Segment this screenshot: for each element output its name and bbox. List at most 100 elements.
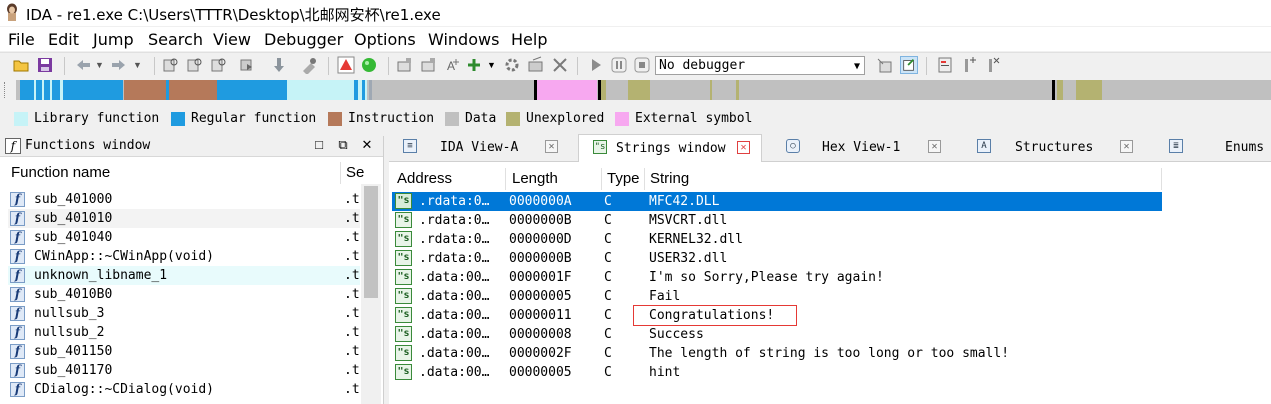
add-breakpoint-icon[interactable] (960, 56, 978, 74)
string-row[interactable]: "s .rdata:0… 0000000B C MSVCRT.dll (392, 211, 1162, 230)
function-row[interactable]: f nullsub_3 .t (8, 304, 360, 323)
play-icon[interactable] (587, 56, 605, 74)
menu-file[interactable]: File (8, 30, 35, 49)
restore-icon[interactable]: □ (312, 137, 326, 152)
close-tab-icon[interactable]: ✕ (1120, 140, 1133, 153)
tab-label: Structures (1015, 140, 1094, 155)
function-row[interactable]: f CDialog::~CDialog(void) .t (8, 380, 360, 399)
menu-debugger[interactable]: Debugger (264, 30, 343, 49)
close-icon[interactable]: ✕ (360, 137, 374, 153)
function-row[interactable]: f sub_4010B0 .t (8, 285, 360, 304)
string-icon: "s (395, 307, 412, 323)
immediate-search-icon[interactable] (210, 56, 228, 74)
function-icon: f (10, 192, 25, 207)
function-row[interactable]: f unknown_libname_1 .t (8, 266, 360, 285)
function-icon: f (10, 287, 25, 302)
string-row[interactable]: "s .data:00… 0000002F C The length of st… (392, 344, 1162, 363)
undefine-icon[interactable] (551, 56, 569, 74)
delete-breakpoint-icon[interactable] (984, 56, 1002, 74)
menu-windows[interactable]: Windows (428, 30, 499, 49)
make-code-icon[interactable] (396, 56, 414, 74)
function-row[interactable]: f sub_401010 .t (8, 209, 360, 228)
function-row[interactable]: f nullsub_2 .t (8, 323, 360, 342)
tab-strings-window[interactable]: "s Strings window ✕ (578, 134, 762, 162)
string-row[interactable]: "s .rdata:0… 0000000A C MFC42.DLL (392, 192, 1162, 211)
breakpoint-list-icon[interactable] (936, 56, 954, 74)
function-name: sub_401010 (34, 211, 113, 226)
string-row[interactable]: "s .rdata:0… 0000000D C KERNEL32.dll (392, 230, 1162, 249)
pause-icon[interactable] (610, 56, 628, 74)
stop-icon[interactable] (633, 56, 651, 74)
function-row[interactable]: f sub_401040 .t (8, 228, 360, 247)
create-function-icon[interactable] (465, 56, 483, 74)
make-data-icon[interactable] (420, 56, 438, 74)
tab-ida-view-a[interactable]: ≡ IDA View-A ✕ (389, 134, 574, 160)
hex-view-icon: ○ (786, 139, 800, 153)
back-arrow-icon[interactable] (74, 56, 92, 74)
string-row[interactable]: "s .data:00… 0000001F C I'm so Sorry,Ple… (392, 268, 1162, 287)
tab-label: Hex View-1 (822, 140, 901, 155)
debugger-select-value: No debugger (659, 58, 746, 73)
string-row[interactable]: "s .data:00… 00000005 C hint (392, 363, 1162, 382)
tab-hex-view-1[interactable]: ○ Hex View-1 ✕ (774, 134, 949, 160)
debugger-select[interactable]: No debugger ▼ (655, 56, 865, 75)
tab-enums[interactable]: ≣ Enums (1157, 134, 1271, 160)
navigation-band-grip[interactable] (4, 82, 11, 98)
column-header-function-name[interactable]: Function name (11, 164, 110, 181)
string-length: 0000000A (509, 194, 572, 209)
tab-structures[interactable]: A Structures ✕ (963, 134, 1143, 160)
forward-arrow-icon[interactable] (110, 56, 128, 74)
column-header-string[interactable]: String (650, 170, 689, 187)
menu-edit[interactable]: Edit (48, 30, 79, 49)
jump-down-icon[interactable] (270, 56, 288, 74)
column-header-address[interactable]: Address (397, 170, 452, 187)
string-row[interactable]: "s .data:00… 00000008 C Success (392, 325, 1162, 344)
menu-options[interactable]: Options (354, 30, 416, 49)
function-name: sub_401040 (34, 230, 113, 245)
string-value: MFC42.DLL (649, 194, 720, 209)
function-segment: .t (344, 325, 360, 340)
string-length: 0000001F (509, 270, 572, 285)
text-search-icon[interactable] (186, 56, 204, 74)
function-row[interactable]: f sub_401000 .t (8, 190, 360, 209)
forward-dropdown-icon[interactable]: ▼ (133, 60, 151, 78)
menu-jump[interactable]: Jump (93, 30, 134, 49)
function-icon: f (10, 268, 25, 283)
mark-position-icon[interactable] (300, 56, 318, 74)
function-row[interactable]: f sub_401170 .t (8, 361, 360, 380)
search-next-icon[interactable] (238, 56, 256, 74)
float-window-icon[interactable]: ⧉ (336, 137, 350, 153)
save-icon[interactable] (36, 56, 54, 74)
attach-process-icon[interactable] (876, 56, 894, 74)
menu-search[interactable]: Search (148, 30, 203, 49)
process-options-icon[interactable] (900, 56, 918, 74)
close-tab-icon[interactable]: ✕ (737, 141, 750, 154)
function-segment: .t (344, 268, 360, 283)
function-row[interactable]: f CWinApp::~CWinApp(void) .t (8, 247, 360, 266)
string-icon: "s (395, 231, 412, 247)
patch-icon[interactable] (527, 56, 545, 74)
close-tab-icon[interactable]: ✕ (545, 140, 558, 153)
scrollbar-thumb[interactable] (364, 186, 378, 298)
make-string-icon[interactable]: A (444, 56, 462, 74)
gear-icon[interactable] (503, 56, 521, 74)
warning-icon[interactable] (337, 56, 355, 74)
string-row[interactable]: "s .data:00… 00000005 C Fail (392, 287, 1162, 306)
column-header-type[interactable]: Type (607, 170, 640, 187)
column-header-segment[interactable]: Se (346, 164, 364, 181)
functions-scrollbar[interactable] (361, 184, 381, 404)
menu-help[interactable]: Help (511, 30, 547, 49)
open-folder-icon[interactable] (12, 56, 30, 74)
close-tab-icon[interactable]: ✕ (928, 140, 941, 153)
function-name: sub_401000 (34, 192, 113, 207)
function-row[interactable]: f sub_401150 .t (8, 342, 360, 361)
menu-view[interactable]: View (213, 30, 251, 49)
green-status-icon[interactable] (360, 56, 378, 74)
string-length: 00000005 (509, 289, 572, 304)
string-icon: "s (395, 288, 412, 304)
bin-search-icon[interactable] (162, 56, 180, 74)
column-header-length[interactable]: Length (512, 170, 558, 187)
string-row[interactable]: "s .rdata:0… 0000000B C USER32.dll (392, 249, 1162, 268)
navigation-band[interactable] (16, 80, 1271, 100)
function-icon: f (5, 138, 21, 154)
